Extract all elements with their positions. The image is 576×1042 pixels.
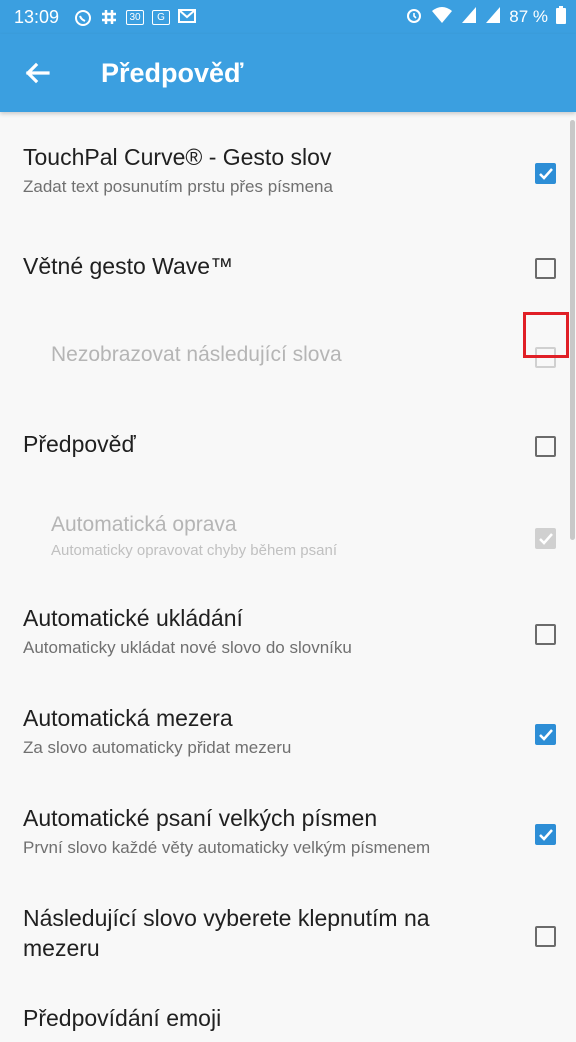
battery-level: 87 % — [509, 7, 548, 26]
setting-title: TouchPal Curve® - Gesto slov — [23, 144, 332, 170]
status-bar: 13:09 30 G 87 % — [0, 0, 576, 34]
setting-title: Nezobrazovat následující slova — [51, 343, 342, 366]
setting-title: Automatická mezera — [23, 705, 233, 731]
system-icons: 87 % — [405, 5, 566, 29]
setting-title: Větné gesto Wave™ — [23, 253, 234, 279]
setting-auto-save[interactable]: Automatické ukládání Automaticky ukládat… — [0, 602, 576, 702]
notification-icons: 30 G — [74, 8, 196, 26]
setting-auto-space[interactable]: Automatická mezera Za slovo automaticky … — [0, 702, 576, 802]
scrollbar[interactable] — [570, 120, 575, 540]
arrow-left-icon — [25, 62, 50, 84]
alarm-icon — [405, 6, 423, 29]
signal-icon — [461, 6, 477, 29]
status-time: 13:09 — [14, 7, 60, 27]
setting-prediction[interactable]: Předpověď — [0, 402, 576, 502]
setting-subtitle: Automaticky ukládat nové slovo do slovní… — [23, 638, 352, 657]
app-bar: Předpověď — [0, 34, 576, 112]
setting-autocorrect: Automatická oprava Automaticky opravovat… — [0, 502, 576, 602]
space-select-next-word-checkbox[interactable] — [535, 926, 556, 947]
setting-subtitle: Za slovo automaticky přidat mezeru — [23, 738, 292, 757]
auto-capitalization-checkbox[interactable] — [535, 824, 556, 845]
auto-space-checkbox[interactable] — [535, 724, 556, 745]
setting-title: Automatická oprava — [51, 513, 237, 536]
setting-title: Automatické psaní velkých písmen — [23, 805, 378, 831]
setting-title: Automatické ukládání — [23, 605, 243, 631]
battery-icon — [556, 5, 566, 29]
touchpal-curve-checkbox[interactable] — [535, 163, 556, 184]
setting-emoji-prediction[interactable]: Předpovídání emoji — [0, 1002, 576, 1042]
setting-title-line2: mezeru — [23, 935, 100, 961]
setting-auto-capitalization[interactable]: Automatické psaní velkých písmen První s… — [0, 802, 576, 902]
setting-subtitle: Automaticky opravovat chyby během psaní — [51, 542, 337, 559]
autocorrect-checkbox — [535, 528, 556, 549]
setting-subtitle: Zadat text posunutím prstu přes písmena — [23, 177, 333, 196]
setting-title-line1: Následující slovo vyberete klepnutím na — [23, 905, 430, 931]
back-button[interactable] — [18, 54, 58, 94]
calendar-icon: 30 — [126, 9, 144, 25]
setting-title: Předpověď — [23, 431, 136, 457]
setting-title: Předpovídání emoji — [23, 1005, 222, 1031]
signal-icon — [485, 6, 501, 29]
setting-wave-gesture[interactable]: Větné gesto Wave™ — [0, 212, 576, 312]
setting-touchpal-curve[interactable]: TouchPal Curve® - Gesto slov Zadat text … — [0, 112, 576, 212]
setting-space-select-next-word[interactable]: Následující slovo vyberete klepnutím na … — [0, 902, 576, 1002]
slack-icon — [100, 9, 118, 25]
wifi-icon — [431, 6, 453, 29]
whatsapp-icon — [74, 9, 92, 26]
highlight-box — [523, 312, 569, 358]
setting-subtitle: První slovo každé věty automaticky velký… — [23, 838, 431, 857]
gmail-badge-icon: G — [152, 9, 170, 25]
mail-icon — [178, 9, 196, 25]
setting-hide-next-words: Nezobrazovat následující slova — [0, 312, 576, 402]
page-title: Předpověď — [101, 58, 244, 88]
wave-gesture-checkbox[interactable] — [535, 258, 556, 279]
auto-save-checkbox[interactable] — [535, 624, 556, 645]
prediction-checkbox[interactable] — [535, 436, 556, 457]
